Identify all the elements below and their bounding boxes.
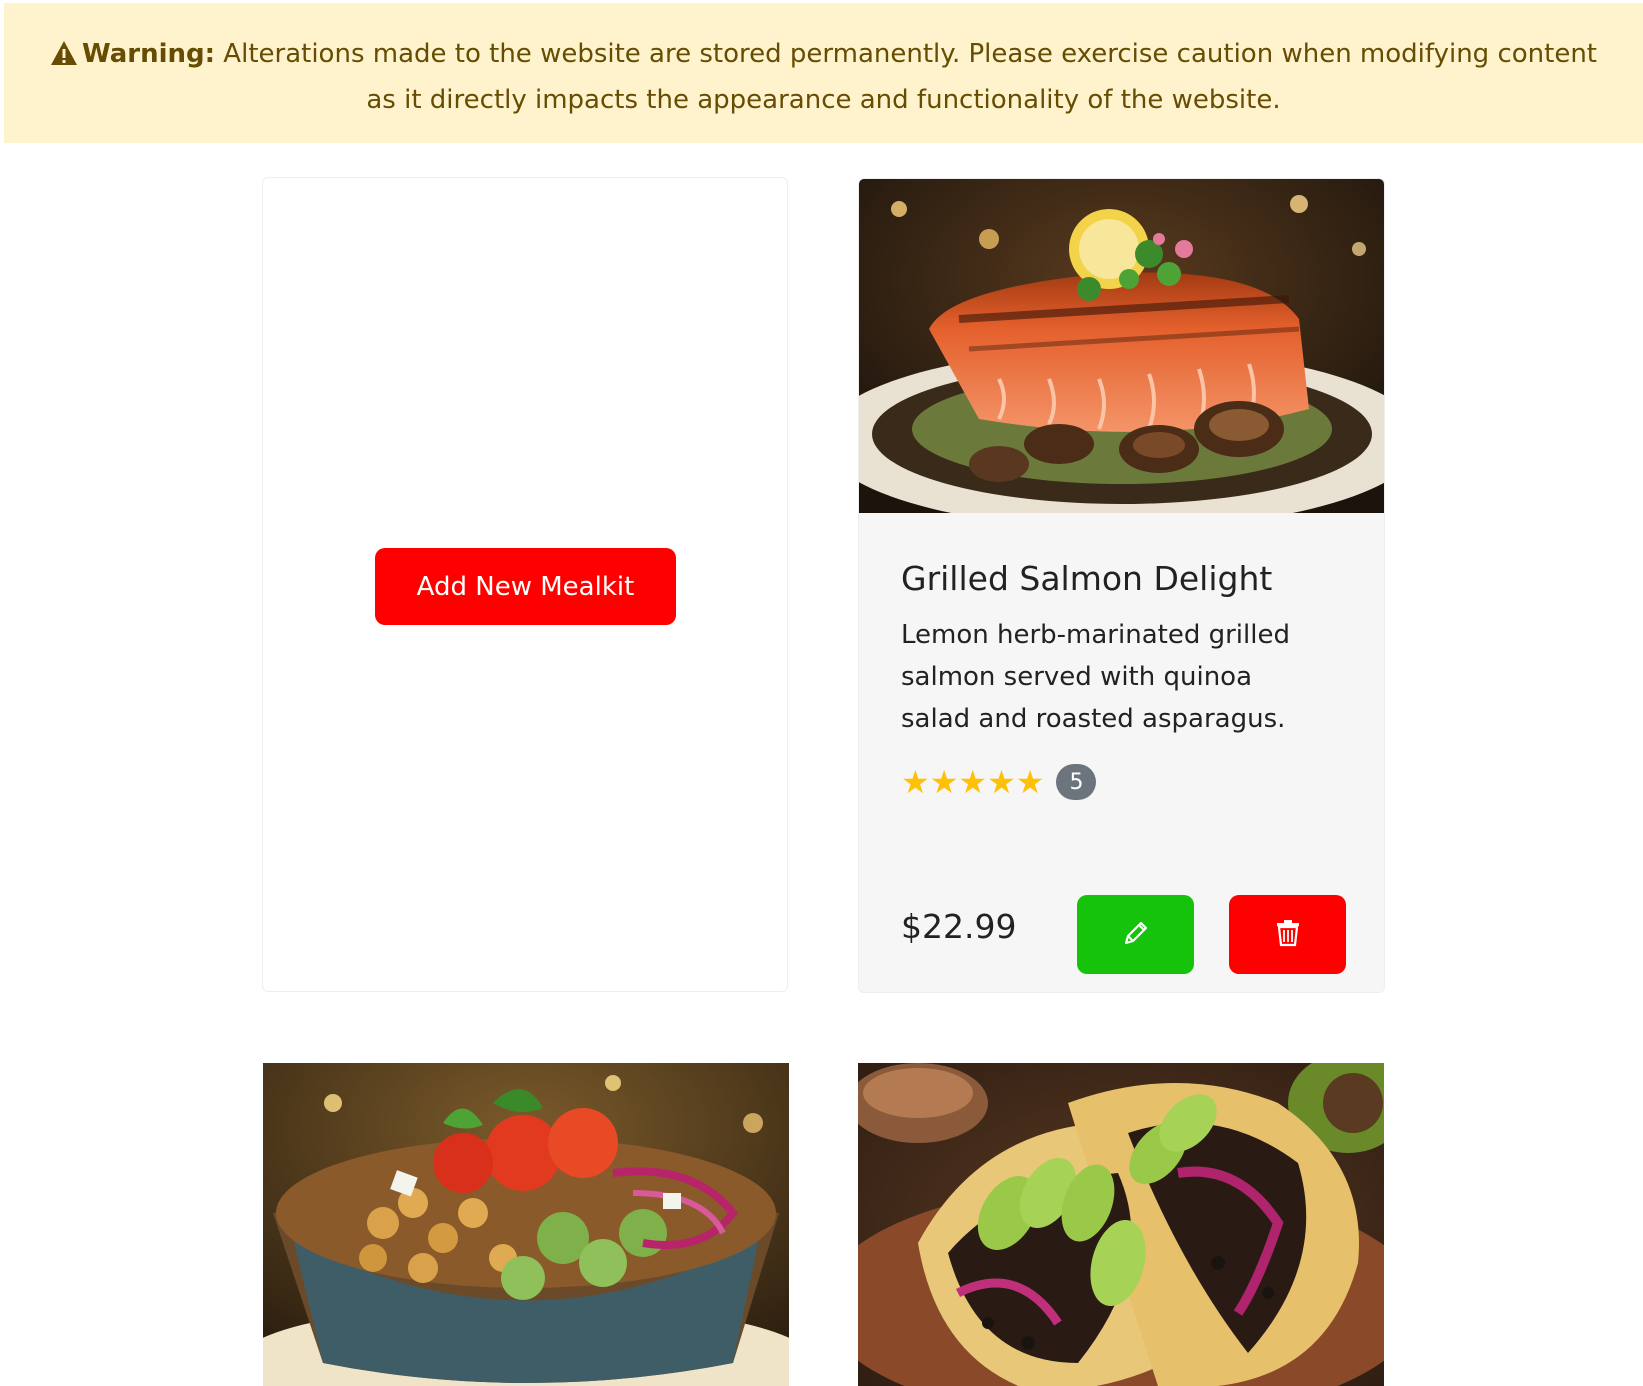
mealkit-price: $22.99 [901,907,1017,946]
warning-message: Alterations made to the website are stor… [215,39,1597,115]
review-count-badge: 5 [1056,764,1097,800]
mealkit-description: Lemon herb-marinated grilled salmon serv… [901,620,1290,734]
add-new-mealkit-button[interactable]: Add New Mealkit [375,548,676,625]
mealkit-title: Grilled Salmon Delight [901,559,1273,598]
star-icon: ★ [987,763,1016,801]
chickpea-salad-image [263,1063,789,1386]
warning-label: Warning: [81,39,216,69]
warning-triangle-icon [50,37,78,79]
salmon-dish-image [859,179,1384,513]
star-icon: ★ [901,763,930,801]
pencil-icon [1121,918,1151,951]
star-icon: ★ [929,763,959,801]
add-mealkit-card: Add New Mealkit [262,177,788,992]
tacos-image [858,1063,1384,1386]
delete-button[interactable] [1229,895,1346,974]
edit-button[interactable] [1077,895,1194,974]
star-rating: ★ ★ ★ ★ ★ 5 [901,762,1097,802]
trash-icon [1275,919,1301,950]
star-icon: ★ [1015,763,1045,801]
mealkit-card: Grilled Salmon Delight Lemon herb-marina… [858,178,1385,993]
warning-alert: Warning: Alterations made to the website… [4,3,1643,143]
star-icon: ★ [958,763,988,801]
